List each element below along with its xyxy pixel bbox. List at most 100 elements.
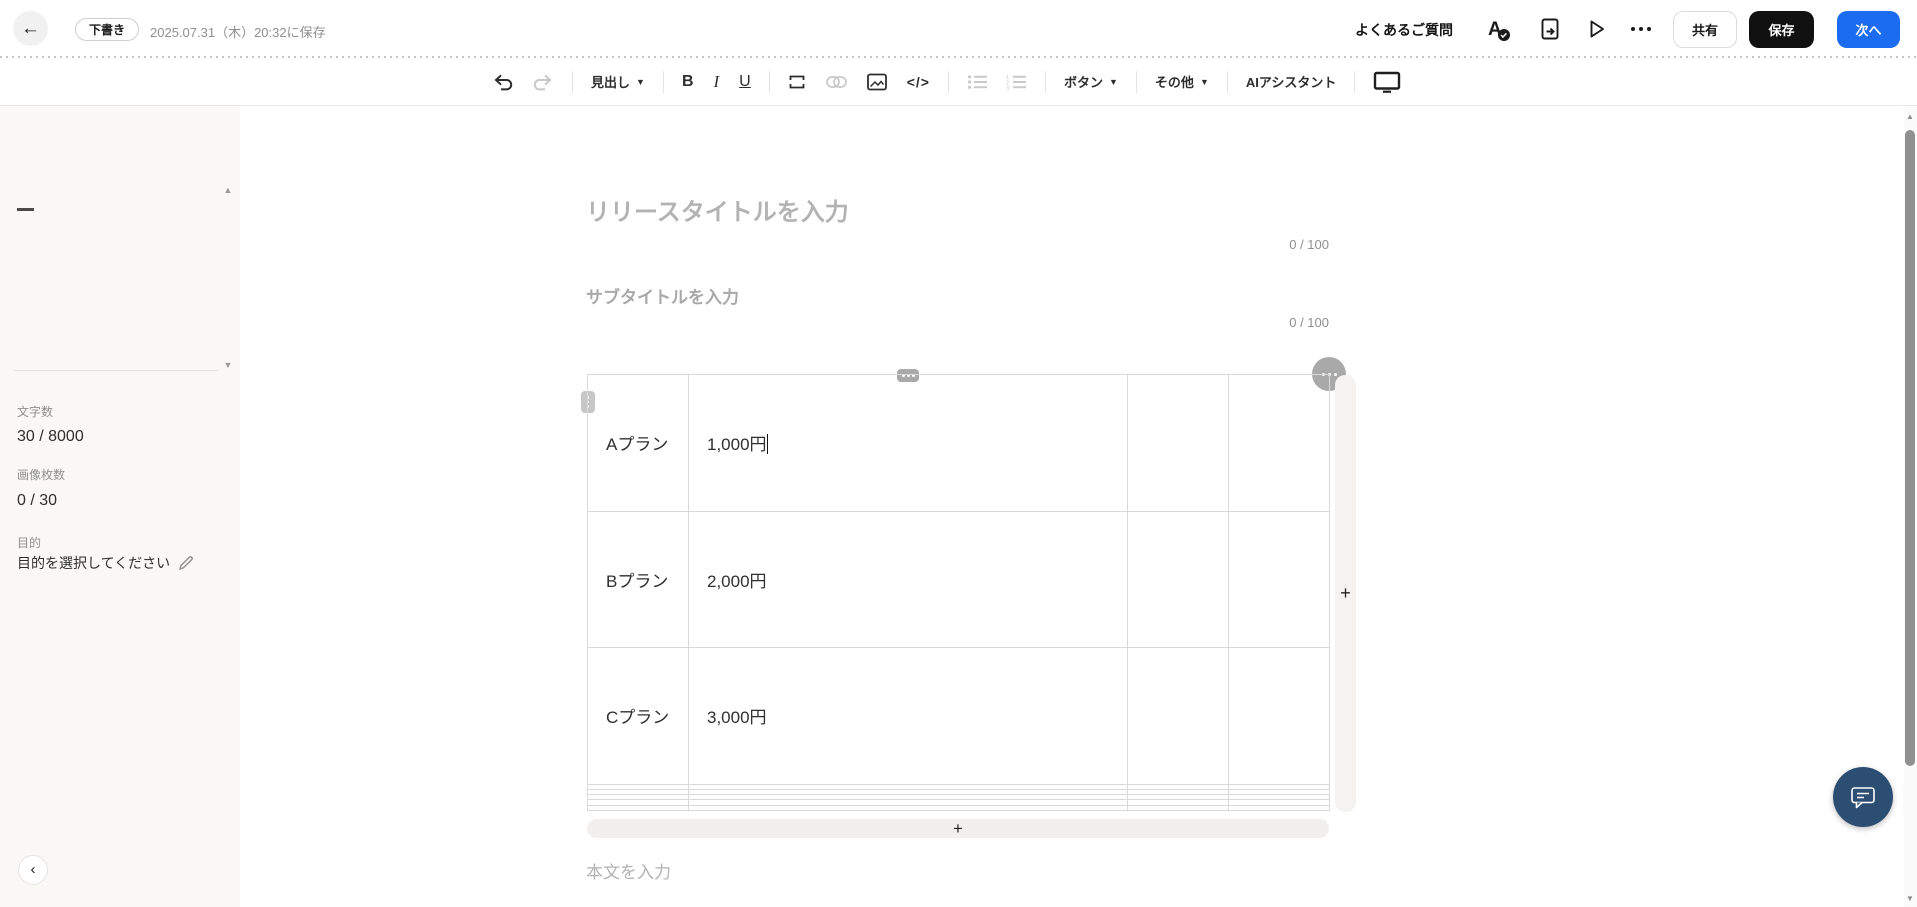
- preview-monitor-button[interactable]: [1368, 66, 1406, 98]
- undo-icon: [494, 74, 513, 90]
- add-row-button[interactable]: +: [587, 819, 1329, 838]
- table-cell[interactable]: 1,000円: [688, 374, 1128, 512]
- other-dropdown[interactable]: その他 ▼: [1150, 66, 1214, 98]
- release-title-input[interactable]: リリースタイトルを入力: [586, 192, 849, 227]
- table-cell[interactable]: Cプラン: [587, 647, 689, 785]
- editor-toolbar: 見出し ▼ B I U </> 1 2 3 ボタン ▼ その他 ▼ AIアシスタ…: [0, 58, 1917, 106]
- image-icon: [866, 73, 887, 90]
- image-count-label: 画像枚数: [17, 468, 66, 482]
- next-button[interactable]: 次へ: [1837, 11, 1900, 48]
- sidebar-collapse-button[interactable]: ‹: [18, 855, 48, 885]
- table-cell[interactable]: [688, 804, 1128, 812]
- numbered-list-button[interactable]: 1 2 3: [1001, 66, 1032, 98]
- table-cell[interactable]: Aプラン: [587, 374, 689, 512]
- scrollbar-thumb[interactable]: [1905, 130, 1915, 766]
- purpose-label: 目的: [17, 536, 42, 550]
- add-column-button[interactable]: +: [1335, 375, 1356, 812]
- table-cell[interactable]: [1127, 374, 1229, 512]
- link-icon: [825, 75, 847, 88]
- table-cell[interactable]: [1127, 510, 1229, 649]
- scroll-down-icon[interactable]: ▼: [1903, 894, 1917, 903]
- play-icon: [1590, 20, 1604, 38]
- table-row: Cプラン 3,000円: [587, 647, 1330, 785]
- table-cell[interactable]: [1127, 647, 1229, 785]
- chevron-left-icon: ‹: [30, 860, 36, 878]
- subtitle-counter: 0 / 100: [1289, 315, 1329, 330]
- toolbar-separator: [1226, 70, 1228, 93]
- chevron-down-icon: ▼: [1199, 76, 1209, 87]
- table-row: [587, 804, 1330, 812]
- save-button[interactable]: 保存: [1749, 11, 1814, 48]
- title-counter: 0 / 100: [1289, 237, 1329, 252]
- code-button[interactable]: </>: [902, 66, 935, 98]
- toolbar-separator: [1044, 70, 1046, 93]
- body-text-input[interactable]: 本文を入力: [586, 858, 671, 883]
- divider-icon: [789, 75, 805, 88]
- underline-button[interactable]: U: [734, 66, 756, 98]
- italic-button[interactable]: I: [709, 66, 725, 98]
- divider-block-button[interactable]: [783, 66, 811, 98]
- export-document-button[interactable]: [1536, 15, 1564, 43]
- table-cell[interactable]: [1127, 804, 1229, 812]
- vertical-scrollbar[interactable]: ▲ ▼: [1903, 106, 1917, 907]
- image-count-value: 0 / 30: [17, 492, 58, 509]
- subtitle-input[interactable]: サブタイトルを入力: [586, 283, 739, 308]
- chat-bubble-icon: [1851, 787, 1875, 809]
- scroll-up-icon[interactable]: ▲: [1903, 112, 1917, 121]
- support-chat-button[interactable]: [1833, 767, 1893, 827]
- back-button[interactable]: ←: [13, 11, 48, 46]
- minimap-title-dash: [17, 208, 34, 211]
- heading-dropdown[interactable]: 見出し ▼: [586, 66, 650, 98]
- table-cell[interactable]: [1228, 804, 1330, 812]
- table-cell[interactable]: [1228, 647, 1330, 785]
- table-cell[interactable]: Bプラン: [587, 510, 689, 649]
- button-block-dropdown[interactable]: ボタン ▼: [1059, 66, 1123, 98]
- table-cell[interactable]: [587, 804, 689, 812]
- proofread-icon: A: [1488, 19, 1510, 41]
- insert-image-button[interactable]: [862, 66, 892, 98]
- table-cell[interactable]: 3,000円: [688, 647, 1128, 785]
- toolbar-separator: [1135, 70, 1137, 93]
- minimap-scroll-down-icon[interactable]: ▼: [220, 359, 236, 371]
- bold-button[interactable]: B: [677, 66, 699, 98]
- app-window: ← 下書き 2025.07.31（木）20:32に保存 よくあるご質問 A 共有…: [0, 0, 1917, 907]
- sidebar-divider: [14, 370, 218, 371]
- purpose-select[interactable]: 目的を選択してください: [17, 553, 194, 573]
- undo-button[interactable]: [487, 66, 519, 98]
- share-button[interactable]: 共有: [1673, 11, 1737, 48]
- pricing-table: Aプラン 1,000円 Bプラン 2,000円 Cプラン 3,000円: [587, 374, 1330, 812]
- table-cell[interactable]: 2,000円: [688, 510, 1128, 649]
- redo-button[interactable]: [527, 66, 559, 98]
- table-cell[interactable]: [1228, 374, 1330, 512]
- char-count-value: 30 / 8000: [17, 428, 84, 445]
- toolbar-separator: [572, 70, 573, 93]
- monitor-icon: [1374, 71, 1401, 93]
- more-dots-icon: [1631, 27, 1651, 31]
- chevron-down-icon: ▼: [636, 76, 645, 87]
- more-options-button[interactable]: [1627, 15, 1655, 43]
- toolbar-separator: [662, 70, 664, 93]
- bullet-list-icon: [967, 74, 987, 89]
- document-arrow-icon: [1541, 18, 1559, 40]
- minimap-scroll-up-icon[interactable]: ▲: [220, 184, 236, 196]
- chevron-down-icon: ▼: [1109, 76, 1118, 87]
- table-row: Aプラン 1,000円: [587, 374, 1330, 512]
- bullet-list-button[interactable]: [962, 66, 993, 98]
- table-cell[interactable]: [1228, 510, 1330, 649]
- svg-text:3: 3: [1006, 86, 1009, 90]
- table-row: Bプラン 2,000円: [587, 510, 1330, 649]
- proofread-button[interactable]: A: [1484, 15, 1512, 43]
- preview-play-button[interactable]: [1583, 15, 1611, 43]
- left-sidebar: ▲ ▼ 文字数 30 / 8000 画像枚数 0 / 30 目的 目的を選択して…: [0, 106, 240, 907]
- pencil-icon: [179, 556, 193, 571]
- saved-timestamp: 2025.07.31（木）20:32に保存: [150, 25, 326, 40]
- text-cursor: [766, 434, 769, 455]
- char-count-label: 文字数: [17, 405, 54, 419]
- toolbar-separator: [947, 70, 949, 93]
- ai-assistant-button[interactable]: AIアシスタント: [1241, 66, 1341, 98]
- numbered-list-icon: 1 2 3: [1006, 75, 1026, 90]
- redo-icon: [533, 74, 552, 90]
- top-header: ← 下書き 2025.07.31（木）20:32に保存 よくあるご質問 A 共有…: [0, 0, 1917, 58]
- link-button[interactable]: [821, 66, 852, 98]
- faq-link[interactable]: よくあるご質問: [1355, 20, 1453, 40]
